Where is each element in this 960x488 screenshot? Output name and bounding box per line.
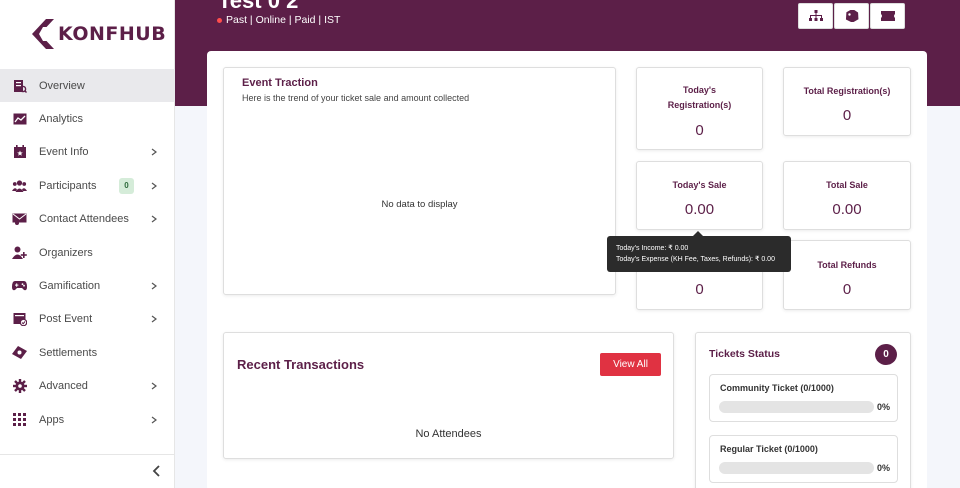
org-chart-icon <box>808 10 823 21</box>
post-event-icon <box>12 312 27 327</box>
stat-card-today-sale: Today's Sale 0.00 <box>636 161 763 230</box>
chevron-right-icon <box>151 148 157 156</box>
chevron-right-icon <box>151 182 157 190</box>
view-all-button[interactable]: View All <box>600 353 661 376</box>
apps-grid-icon <box>12 412 27 427</box>
participants-count-badge: 0 <box>119 177 134 194</box>
stat-card-total-refunds: Total Refunds 0 <box>783 240 911 310</box>
header-actions <box>798 3 906 29</box>
sidebar-item-label: Participants <box>39 179 97 192</box>
event-title: Test 0 2 <box>218 0 299 13</box>
sidebar-item-gamification[interactable]: Gamification <box>0 269 175 302</box>
gear-icon <box>12 379 27 394</box>
stat-title: Today's Registration(s) <box>667 85 732 110</box>
konfhub-logo-icon <box>32 19 54 49</box>
sidebar-item-advanced[interactable]: Advanced <box>0 370 175 403</box>
recent-transactions-card: Recent Transactions View All No Attendee… <box>223 332 674 459</box>
stat-title: Total Sale <box>826 180 868 190</box>
sidebar-item-event-info[interactable]: Event Info <box>0 136 175 169</box>
tooltip-expense: Today's Expense (KH Fee, Taxes, Refunds)… <box>616 256 775 263</box>
sidebar-item-label: Event Info <box>39 146 89 159</box>
sidebar-footer <box>0 454 175 488</box>
sidebar-item-label: Analytics <box>39 113 84 126</box>
stat-title: Today's Sale <box>672 180 727 190</box>
sidebar-item-label: Post Event <box>39 313 93 326</box>
settlements-icon <box>12 345 27 360</box>
gamepad-icon <box>12 279 27 294</box>
ticket-icon <box>880 11 895 21</box>
recent-title: Recent Transactions <box>237 357 365 372</box>
sidebar-item-participants[interactable]: Participants 0 <box>0 169 175 202</box>
sidebar-item-label: Apps <box>39 413 65 426</box>
ticket-progress-bar <box>719 462 874 474</box>
stat-card-today-registrations: Today's Registration(s) 0 <box>636 67 763 150</box>
sidebar-item-analytics[interactable]: Analytics <box>0 102 175 135</box>
sidebar: KONFHUB Overview Analytics Event Info Pa… <box>0 0 175 488</box>
chevron-left-icon[interactable] <box>151 464 163 478</box>
contact-icon <box>12 212 27 227</box>
sidebar-item-label: Gamification <box>39 280 101 293</box>
tickets-status-card: Tickets Status 0 Community Ticket (0/100… <box>695 332 911 488</box>
tickets-count-badge: 0 <box>875 344 897 365</box>
stat-card-total-sale: Total Sale 0.00 <box>783 161 911 230</box>
brand-name: KONFHUB <box>58 23 167 45</box>
chevron-right-icon <box>151 215 157 223</box>
sidebar-item-label: Contact Attendees <box>39 213 129 226</box>
ticket-item[interactable]: Community Ticket (0/1000) 0% <box>709 374 898 422</box>
sidebar-item-apps[interactable]: Apps <box>0 403 175 436</box>
sidebar-item-settlements[interactable]: Settlements <box>0 336 175 369</box>
ticket-item[interactable]: Regular Ticket (0/1000) 0% <box>709 435 898 483</box>
sidebar-item-label: Settlements <box>39 346 98 359</box>
ticket-progress-bar <box>719 401 874 413</box>
chevron-right-icon <box>151 315 157 323</box>
tag-button[interactable] <box>834 3 869 29</box>
sidebar-item-label: Overview <box>39 79 85 92</box>
chevron-right-icon <box>151 282 157 290</box>
sidebar-nav: Overview Analytics Event Info Participan… <box>0 69 175 436</box>
stat-value: 0 <box>695 281 704 298</box>
stat-value: 0.00 <box>684 201 715 218</box>
org-chart-button[interactable] <box>798 3 833 29</box>
traction-subtitle: Here is the trend of your ticket sale an… <box>242 93 470 103</box>
ticket-name: Community Ticket (0/1000) <box>720 383 834 393</box>
ticket-button[interactable] <box>870 3 905 29</box>
analytics-icon <box>12 112 27 127</box>
sidebar-item-organizers[interactable]: Organizers <box>0 236 175 269</box>
sidebar-item-contact-attendees[interactable]: Contact Attendees <box>0 203 175 236</box>
sidebar-item-label: Advanced <box>39 380 88 393</box>
traction-title: Event Traction <box>242 77 318 89</box>
stat-title: Total Registration(s) <box>803 86 891 96</box>
recent-empty-message: No Attendees <box>415 428 482 440</box>
event-meta: Past | Online | Paid | IST <box>217 14 340 26</box>
sidebar-item-post-event[interactable]: Post Event <box>0 303 175 336</box>
sidebar-item-label: Organizers <box>39 246 93 259</box>
event-meta-text: Past | Online | Paid | IST <box>226 14 341 26</box>
stat-value: 0.00 <box>832 201 862 218</box>
status-dot-icon <box>217 17 222 23</box>
tooltip-income: Today's Income: ₹ 0.00 <box>616 245 689 252</box>
chevron-right-icon <box>151 416 157 424</box>
sale-tooltip: Today's Income: ₹ 0.00 Today's Expense (… <box>607 231 791 272</box>
stat-value: 0 <box>695 122 704 139</box>
stat-value: 0 <box>842 107 852 124</box>
overview-icon <box>12 78 27 93</box>
tag-icon <box>845 10 858 22</box>
event-traction-card: Event Traction Here is the trend of your… <box>223 67 616 295</box>
organizers-icon <box>12 245 27 260</box>
chevron-right-icon <box>151 382 157 390</box>
traction-empty-message: No data to display <box>381 199 458 210</box>
event-info-icon <box>12 145 27 160</box>
ticket-name: Regular Ticket (0/1000) <box>720 444 818 454</box>
sidebar-item-overview[interactable]: Overview <box>0 69 175 103</box>
ticket-percent: 0% <box>877 402 891 412</box>
stat-title: Total Refunds <box>817 260 877 270</box>
stat-value: 0 <box>842 281 852 298</box>
stat-card-total-registrations: Total Registration(s) 0 <box>783 67 911 136</box>
ticket-percent: 0% <box>877 463 891 473</box>
participants-icon <box>12 178 27 193</box>
tickets-title: Tickets Status <box>709 348 781 360</box>
konfhub-logo[interactable]: KONFHUB <box>32 18 166 50</box>
